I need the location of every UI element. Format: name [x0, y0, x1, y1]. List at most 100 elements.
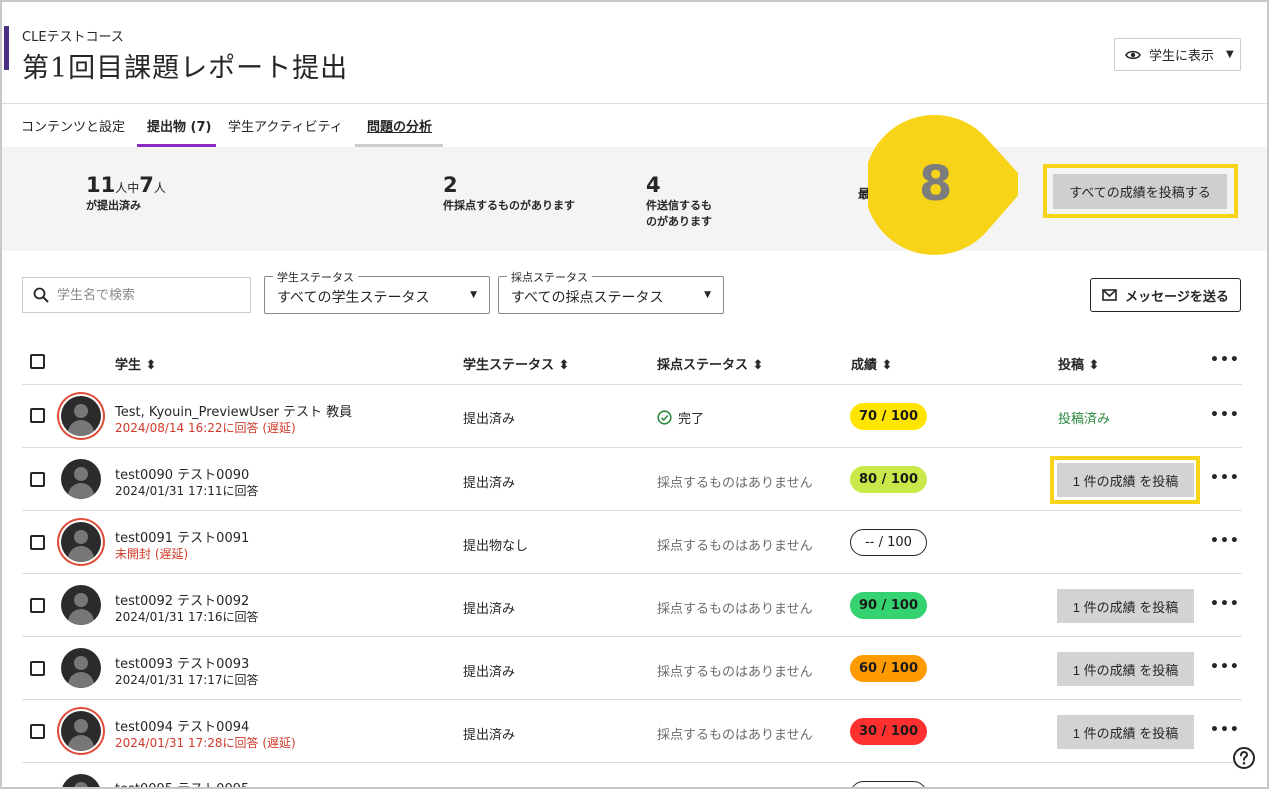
col-header-grading-status[interactable]: 採点ステータス ⬍: [657, 354, 763, 373]
grading-status-value: すべての採点ステータス: [511, 290, 664, 306]
post-grade-button[interactable]: 1 件の成績 を投稿: [1057, 715, 1194, 749]
submitted-label: が提出済み: [86, 199, 141, 212]
send-message-label: メッセージを送る: [1125, 289, 1229, 305]
post-grade-button[interactable]: 1 件の成績 を投稿: [1057, 589, 1194, 623]
student-name[interactable]: test0091 テスト0091: [115, 527, 249, 546]
student-status: 提出済み: [463, 412, 516, 427]
avatar: [61, 711, 101, 751]
stat-to-grade: 2 件採点するものがあります: [443, 173, 575, 213]
row-more-button[interactable]: •••: [1210, 407, 1240, 423]
accent-bar: [4, 26, 9, 70]
chevron-down-icon: ▼: [704, 290, 711, 300]
grading-status-legend: 採点ステータス: [507, 269, 592, 285]
avatar: [61, 774, 101, 787]
row-more-button[interactable]: •••: [1210, 470, 1240, 486]
student-status: 提出済み: [463, 476, 516, 491]
search-input[interactable]: [57, 287, 237, 303]
submitted-total: 11: [86, 173, 116, 197]
col-header-posting[interactable]: 投稿 ⬍: [1058, 354, 1099, 373]
grading-status-select[interactable]: 採点ステータス すべての採点ステータス ▼: [498, 269, 724, 314]
grading-status: 採点するものはありません: [657, 665, 813, 680]
student-status-select[interactable]: 学生ステータス すべての学生ステータス ▼: [264, 269, 490, 314]
student-status: 提出物なし: [463, 539, 529, 554]
grade-pill[interactable]: [850, 781, 927, 787]
col-header-student[interactable]: 学生 ⬍: [115, 354, 156, 373]
chevron-down-icon: ▼: [1226, 49, 1234, 60]
stat-submitted: 11人中7人 が提出済み: [86, 173, 166, 213]
post-grade-button[interactable]: 1 件の成績 を投稿: [1057, 652, 1194, 686]
row-checkbox[interactable]: [30, 661, 45, 676]
grading-status: 採点するものはありません: [657, 539, 813, 554]
grade-pill[interactable]: 90 / 100: [850, 592, 927, 619]
row-checkbox[interactable]: [30, 724, 45, 739]
posted-status: 投稿済み: [1058, 412, 1111, 427]
student-name[interactable]: test0090 テスト0090: [115, 464, 249, 483]
submitted-suffix: 人: [153, 181, 166, 195]
grading-status: 採点するものはありません: [657, 476, 813, 491]
student-name[interactable]: Test, Kyouin_PreviewUser テスト 教員: [115, 401, 352, 420]
grade-pill[interactable]: 60 / 100: [850, 655, 927, 682]
to-grade-count: 2: [443, 173, 458, 197]
select-all-checkbox[interactable]: [30, 354, 45, 369]
avatar: [61, 585, 101, 625]
tab-content-settings[interactable]: コンテンツと設定: [21, 116, 125, 135]
chevron-down-icon: ▼: [470, 290, 477, 300]
grading-status-label: 完了: [678, 412, 705, 427]
app-frame: CLEテストコース 第1回目課題レポート提出 学生に表示 ▼ コンテンツと設定 …: [0, 0, 1269, 789]
highlight-post-row: [1050, 456, 1200, 504]
student-status-value: すべての学生ステータス: [277, 290, 430, 306]
header-more-button[interactable]: •••: [1210, 352, 1240, 368]
visibility-dropdown[interactable]: 学生に表示 ▼: [1114, 38, 1241, 71]
page-title: 第1回目課題レポート提出: [22, 53, 349, 84]
stat-to-send: 4 件送信するも のがあります: [646, 173, 712, 229]
avatar: [61, 648, 101, 688]
envelope-icon: [1102, 289, 1117, 301]
divider: [22, 447, 1242, 448]
eye-icon: [1125, 50, 1141, 59]
submission-time: 2024/08/14 16:22に回答 (遅延): [115, 421, 296, 435]
student-name[interactable]: test0094 テスト0094: [115, 716, 249, 735]
student-name[interactable]: test0093 テスト0093: [115, 653, 249, 672]
row-checkbox[interactable]: [30, 535, 45, 550]
grade-pill[interactable]: 80 / 100: [850, 466, 927, 493]
visibility-label: 学生に表示: [1149, 49, 1215, 64]
divider: [22, 510, 1242, 511]
search-box[interactable]: [22, 277, 251, 313]
tab-submissions[interactable]: 提出物 (7): [147, 116, 211, 135]
grading-status: 完了: [657, 408, 704, 427]
row-more-button[interactable]: •••: [1210, 722, 1240, 738]
step-callout-number: 8: [919, 156, 953, 212]
to-send-label-2: のがあります: [646, 215, 712, 228]
row-checkbox[interactable]: [30, 408, 45, 423]
highlight-post-all: [1043, 164, 1238, 218]
student-status: 提出済み: [463, 665, 516, 680]
student-status-legend: 学生ステータス: [273, 269, 358, 285]
submission-time: 2024/01/31 17:11に回答: [115, 484, 259, 498]
tab-question-analysis[interactable]: 問題の分析: [367, 116, 432, 135]
avatar: [61, 522, 101, 562]
send-message-button[interactable]: メッセージを送る: [1090, 278, 1241, 312]
grade-pill[interactable]: 30 / 100: [850, 718, 927, 745]
submission-time: 未開封 (遅延): [115, 547, 189, 561]
to-send-count: 4: [646, 173, 661, 197]
student-status: 提出済み: [463, 602, 516, 617]
help-icon[interactable]: [1232, 746, 1256, 770]
row-more-button[interactable]: •••: [1210, 533, 1240, 549]
row-checkbox[interactable]: [30, 598, 45, 613]
submitted-mid: 人中: [115, 181, 140, 195]
row-checkbox[interactable]: [30, 472, 45, 487]
col-header-student-status[interactable]: 学生ステータス ⬍: [463, 354, 569, 373]
grade-pill[interactable]: -- / 100: [850, 529, 927, 556]
to-send-label-1: 件送信するも: [646, 199, 712, 212]
row-more-button[interactable]: •••: [1210, 659, 1240, 675]
divider: [22, 573, 1242, 574]
divider: [22, 384, 1242, 385]
avatar: [61, 459, 101, 499]
tab-student-activity[interactable]: 学生アクティビティ: [228, 116, 343, 135]
col-header-grade[interactable]: 成績 ⬍: [851, 354, 892, 373]
tab-bar: コンテンツと設定 提出物 (7) 学生アクティビティ 問題の分析: [2, 103, 1267, 148]
student-name[interactable]: test0092 テスト0092: [115, 590, 249, 609]
row-more-button[interactable]: •••: [1210, 596, 1240, 612]
student-name[interactable]: test0095 テスト0095: [115, 778, 249, 787]
grade-pill[interactable]: 70 / 100: [850, 403, 927, 430]
